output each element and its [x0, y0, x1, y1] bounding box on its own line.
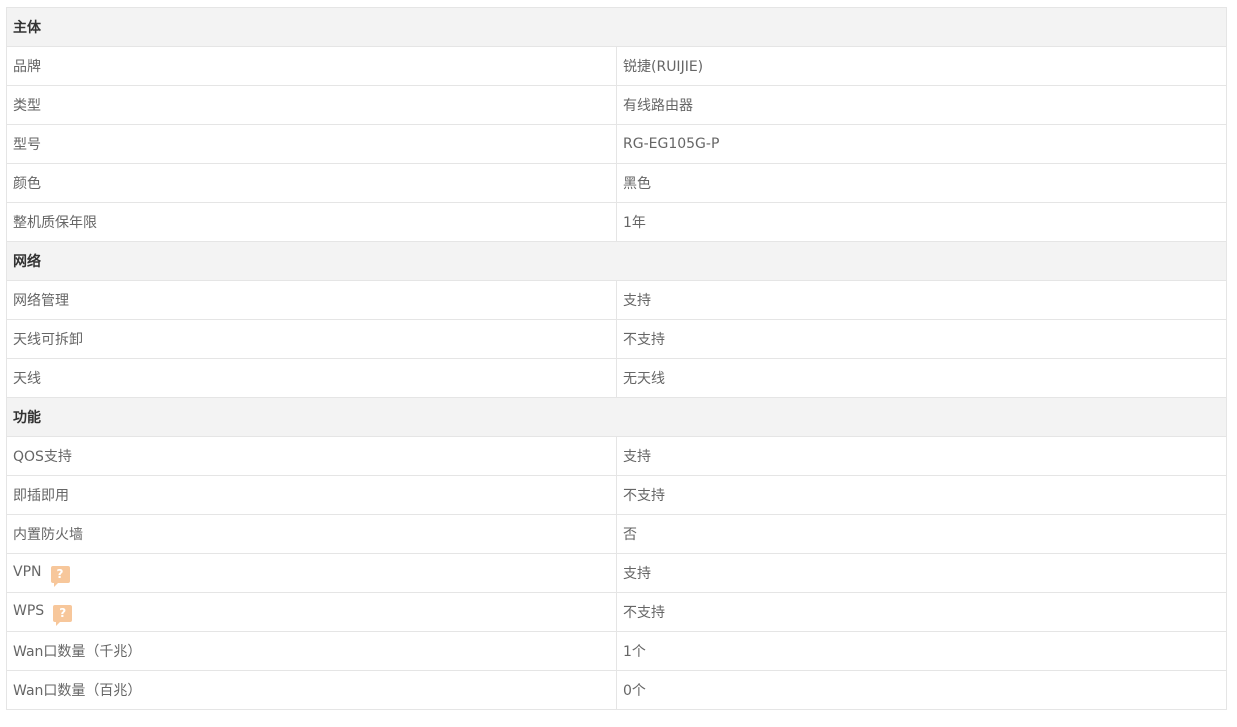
spec-key: 内置防火墙: [6, 514, 617, 554]
spec-key: 颜色: [6, 163, 617, 203]
section-title: 功能: [6, 397, 1227, 437]
spec-key: Wan口数量（千兆）: [6, 631, 617, 671]
table-row: 类型 有线路由器: [6, 85, 1227, 125]
spec-value: 0个: [616, 670, 1227, 710]
spec-value: 否: [616, 514, 1227, 554]
spec-value: 不支持: [616, 319, 1227, 359]
spec-key: 天线可拆卸: [6, 319, 617, 359]
spec-key: 类型: [6, 85, 617, 125]
spec-key: WPS: [13, 602, 45, 619]
section-title: 网络: [6, 241, 1227, 281]
spec-key: 整机质保年限: [6, 202, 617, 242]
table-row: 即插即用 不支持: [6, 475, 1227, 515]
spec-value: 有线路由器: [616, 85, 1227, 125]
section-header-network: 网络: [6, 241, 1227, 281]
spec-value: 黑色: [616, 163, 1227, 203]
table-row: 天线可拆卸 不支持: [6, 319, 1227, 359]
table-row: VPN? 支持: [6, 553, 1227, 593]
table-row: QOS支持 支持: [6, 436, 1227, 476]
spec-key: Wan口数量（百兆）: [6, 670, 617, 710]
help-question-icon[interactable]: ?: [50, 565, 70, 587]
spec-value: 锐捷(RUIJIE): [616, 46, 1227, 86]
spec-value: 1年: [616, 202, 1227, 242]
spec-value: 支持: [616, 436, 1227, 476]
spec-value: 支持: [616, 553, 1227, 593]
spec-key: QOS支持: [6, 436, 617, 476]
spec-key: 网络管理: [6, 280, 617, 320]
table-row: Wan口数量（百兆） 0个: [6, 670, 1227, 710]
table-row: 内置防火墙 否: [6, 514, 1227, 554]
spec-value: 不支持: [616, 592, 1227, 632]
spec-key: 即插即用: [6, 475, 617, 515]
spec-key-cell: WPS?: [6, 592, 617, 632]
spec-value: 无天线: [616, 358, 1227, 398]
table-row: Wan口数量（千兆） 1个: [6, 631, 1227, 671]
spec-key-cell: VPN?: [6, 553, 617, 593]
section-title: 主体: [6, 7, 1227, 47]
help-question-icon[interactable]: ?: [53, 604, 73, 626]
spec-key: 型号: [6, 124, 617, 164]
spec-key: VPN: [13, 563, 42, 580]
spec-value: RG-EG105G-P: [616, 124, 1227, 164]
section-header-features: 功能: [6, 397, 1227, 437]
table-row: 网络管理 支持: [6, 280, 1227, 320]
section-header-main: 主体: [6, 7, 1227, 47]
table-row: 颜色 黑色: [6, 163, 1227, 203]
spec-table: 主体 品牌 锐捷(RUIJIE) 类型 有线路由器 型号 RG-EG105G-P…: [6, 7, 1227, 710]
spec-value: 不支持: [616, 475, 1227, 515]
table-row: 品牌 锐捷(RUIJIE): [6, 46, 1227, 86]
spec-value: 1个: [616, 631, 1227, 671]
spec-value: 支持: [616, 280, 1227, 320]
spec-key: 品牌: [6, 46, 617, 86]
table-row: 整机质保年限 1年: [6, 202, 1227, 242]
spec-key: 天线: [6, 358, 617, 398]
table-row: 型号 RG-EG105G-P: [6, 124, 1227, 164]
table-row: 天线 无天线: [6, 358, 1227, 398]
table-row: WPS? 不支持: [6, 592, 1227, 632]
